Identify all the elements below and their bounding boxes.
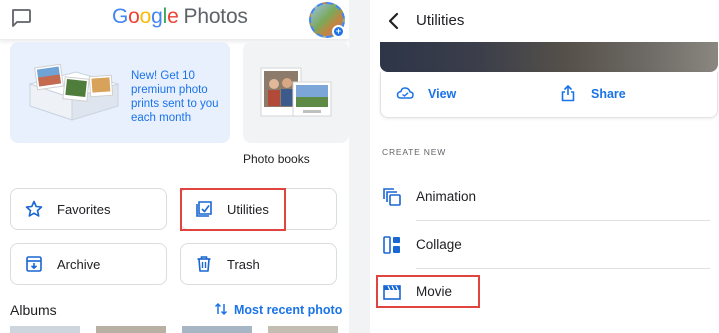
utilities-header: Utilities	[370, 0, 719, 42]
utilities-screen: Utilities View Share CREATE NEW Animatio…	[370, 0, 719, 333]
collage-label: Collage	[416, 237, 462, 252]
photo-prints-illustration	[28, 63, 120, 121]
archive-label: Archive	[57, 257, 101, 272]
photo-action-bar: View Share	[380, 72, 718, 118]
top-app-bar: Google Photos +	[0, 0, 349, 40]
chat-bubble-icon[interactable]	[10, 8, 32, 28]
sort-icon	[214, 302, 228, 316]
movie-highlight-box	[376, 275, 480, 308]
photo-books-label: Photo books	[243, 152, 310, 166]
album-thumbnails-strip	[10, 326, 338, 333]
archive-tile[interactable]: Archive	[10, 243, 167, 285]
create-new-section-title: CREATE NEW	[382, 147, 447, 157]
star-icon	[25, 200, 43, 217]
favorites-tile[interactable]: Favorites	[10, 188, 167, 230]
cloud-icon	[396, 87, 414, 99]
google-photos-home-screen: Google Photos + New! Get 10 premium photo…	[0, 0, 349, 333]
share-label: Share	[591, 87, 626, 101]
most-recent-photo-label: Most recent photo	[234, 303, 343, 317]
share-icon	[561, 85, 575, 102]
back-arrow-icon[interactable]	[386, 12, 400, 30]
trash-label: Trash	[227, 257, 260, 272]
share-button[interactable]: Share	[559, 84, 626, 102]
archive-icon	[26, 256, 42, 272]
view-button[interactable]: View	[396, 84, 456, 102]
animation-label: Animation	[416, 189, 477, 204]
page-title: Utilities	[416, 12, 465, 29]
featured-photo[interactable]	[380, 42, 718, 72]
trash-icon	[197, 256, 211, 272]
favorites-label: Favorites	[57, 202, 111, 217]
create-animation-item[interactable]: Animation	[370, 173, 710, 221]
collage-icon	[383, 236, 400, 254]
most-recent-photo-sort-button[interactable]: Most recent photo	[214, 302, 342, 317]
google-photos-logo: Google Photos	[112, 5, 248, 28]
trash-tile[interactable]: Trash	[180, 243, 337, 285]
upload-badge-icon: +	[332, 25, 345, 38]
photo-prints-promo-card[interactable]: New! Get 10 premium photo prints sent to…	[10, 42, 230, 143]
utilities-highlight-box	[180, 188, 286, 231]
view-label: View	[428, 87, 457, 101]
albums-section-title: Albums	[10, 302, 57, 318]
screens-divider	[349, 0, 370, 333]
account-avatar-icon[interactable]: +	[309, 2, 345, 38]
animation-icon	[383, 188, 401, 206]
photo-book-illustration	[260, 67, 332, 117]
promo-text: New! Get 10 premium photo prints sent to…	[131, 70, 219, 124]
create-collage-item[interactable]: Collage	[370, 221, 710, 269]
photo-books-card[interactable]	[243, 42, 349, 143]
